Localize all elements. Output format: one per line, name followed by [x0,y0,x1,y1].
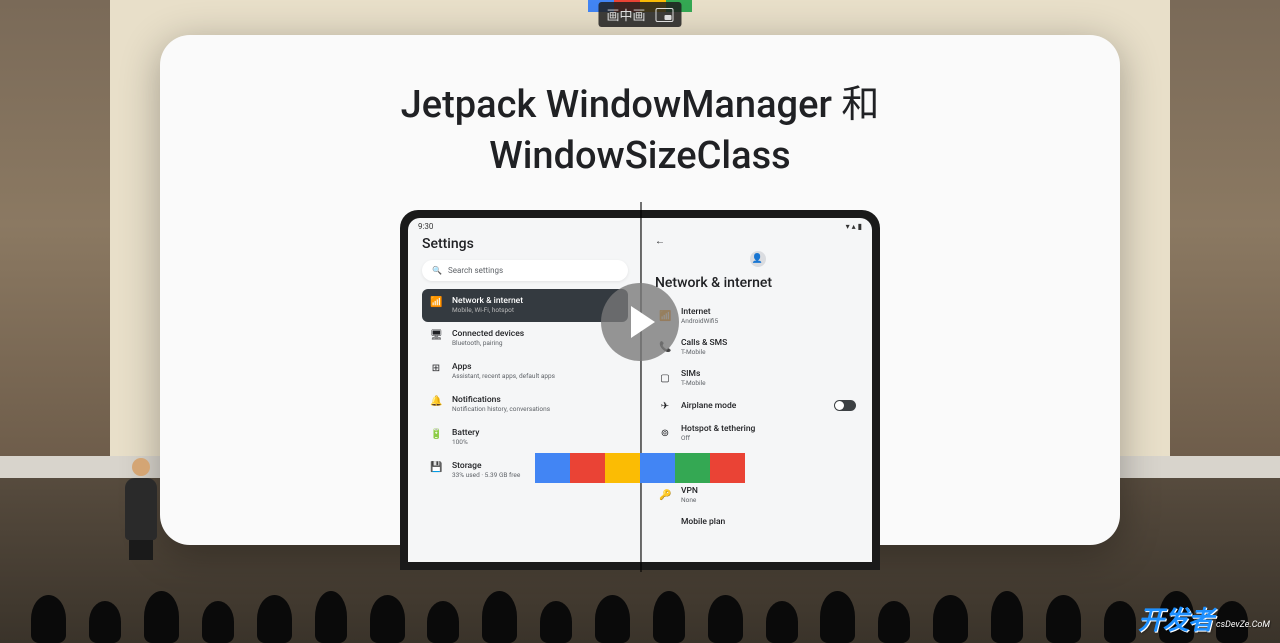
detail-row-icon: 🔑 [659,490,671,501]
profile-avatar[interactable]: 👤 [750,251,766,267]
detail-heading: Network & internet [655,275,860,291]
settings-item-title: Battery [452,428,620,438]
wifi-icon: ▾ [846,222,850,231]
detail-row-title: Mobile plan [681,517,856,527]
settings-item[interactable]: 🔔 NotificationsNotification history, conv… [422,388,628,421]
settings-item[interactable]: ⊞ AppsAssistant, recent apps, default app… [422,355,628,388]
detail-row-title: SIMs [681,369,856,379]
settings-item-icon: ⊞ [430,363,442,374]
google-colors-bottom [535,453,745,483]
status-time: 9:30 [418,222,433,231]
detail-row[interactable]: 📶InternetAndroidWifi5 [655,301,860,332]
settings-item[interactable]: 🖥 Connected devicesBluetooth, pairing [422,322,628,355]
settings-left-pane: Settings 🔍 Search settings 📶 Network & in… [408,218,640,562]
detail-row-sub: T-Mobile [681,349,856,357]
slide-title: Jetpack WindowManager 和 WindowSizeClass [160,80,1120,183]
settings-item-sub: 100% [452,439,620,447]
detail-row-title: Internet [681,307,856,317]
detail-row[interactable]: ⊚ Hotspot & tetheringOff [655,418,860,449]
detail-row-title: Hotspot & tethering [681,424,856,434]
detail-row[interactable]: Mobile plan [655,511,860,533]
settings-heading: Settings [422,236,628,252]
detail-row-sub: Off [681,435,856,443]
settings-item-title: Notifications [452,395,620,405]
pip-overlay-bar[interactable]: 画中画 [598,2,681,27]
presenter-silhouette [120,458,162,558]
settings-item-icon: 📶 [430,297,442,308]
slide-title-line2: WindowSizeClass [160,131,1120,182]
detail-row-title: Airplane mode [681,401,824,411]
detail-row-sub: T-Mobile [681,380,856,388]
watermark: 开发者 csDevZe.CoM [1138,600,1270,637]
settings-item-icon: 💾 [430,462,442,473]
detail-row[interactable]: 📞Calls & SMST-Mobile [655,332,860,363]
detail-row[interactable]: 🔑 VPNNone [655,480,860,511]
settings-item-icon: 🖥 [430,330,442,341]
status-icons: ▾ ▴ ▮ [846,222,862,231]
settings-item[interactable]: 📶 Network & internetMobile, Wi-Fi, hotspo… [422,289,628,322]
watermark-main: 开发者 [1138,600,1213,637]
search-placeholder: Search settings [448,266,503,275]
pip-label: 画中画 [606,5,645,24]
search-icon: 🔍 [432,266,442,275]
settings-item-sub: Mobile, Wi-Fi, hotspot [452,307,620,315]
detail-row-icon: ✈ [659,401,671,412]
tablet-fold-line [640,202,642,572]
back-icon[interactable]: ← [655,236,665,247]
settings-item-icon: 🔔 [430,396,442,407]
detail-row-sub: AndroidWifi5 [681,318,856,326]
settings-item-icon: 🔋 [430,429,442,440]
settings-item-sub: Notification history, conversations [452,406,620,414]
settings-right-pane: ← 👤 Network & internet 📶InternetAndroidW… [640,218,872,562]
tablet-mockup: 9:30 ▾ ▴ ▮ Settings 🔍 Search settings 📶 N… [400,210,880,570]
toggle-switch[interactable] [834,400,856,411]
detail-row-title: Calls & SMS [681,338,856,348]
slide-title-line1: Jetpack WindowManager 和 [160,80,1120,131]
detail-row-icon: ▢ [659,373,671,384]
settings-item-sub: Bluetooth, pairing [452,340,620,348]
search-input[interactable]: 🔍 Search settings [422,260,628,281]
audience-silhouettes [0,573,1280,643]
video-play-button[interactable] [601,283,679,361]
battery-icon: ▮ [858,222,862,231]
detail-row[interactable]: ▢ SIMsT-Mobile [655,363,860,394]
detail-row-icon: ⊚ [659,428,671,439]
pip-icon[interactable] [656,8,674,22]
play-icon [631,306,655,338]
stage-background: 画中画 Jetpack WindowManager 和 WindowSizeCl… [0,0,1280,643]
settings-item-title: Connected devices [452,329,620,339]
settings-item[interactable]: 🔋 Battery100% [422,421,628,454]
detail-row-sub: None [681,497,856,505]
detail-row-title: VPN [681,486,856,496]
settings-item-sub: Assistant, recent apps, default apps [452,373,620,381]
settings-item-title: Apps [452,362,620,372]
signal-icon: ▴ [852,222,856,231]
settings-item-title: Network & internet [452,296,620,306]
detail-row[interactable]: ✈ Airplane mode [655,394,860,418]
watermark-sub: csDevZe.CoM [1216,620,1270,630]
